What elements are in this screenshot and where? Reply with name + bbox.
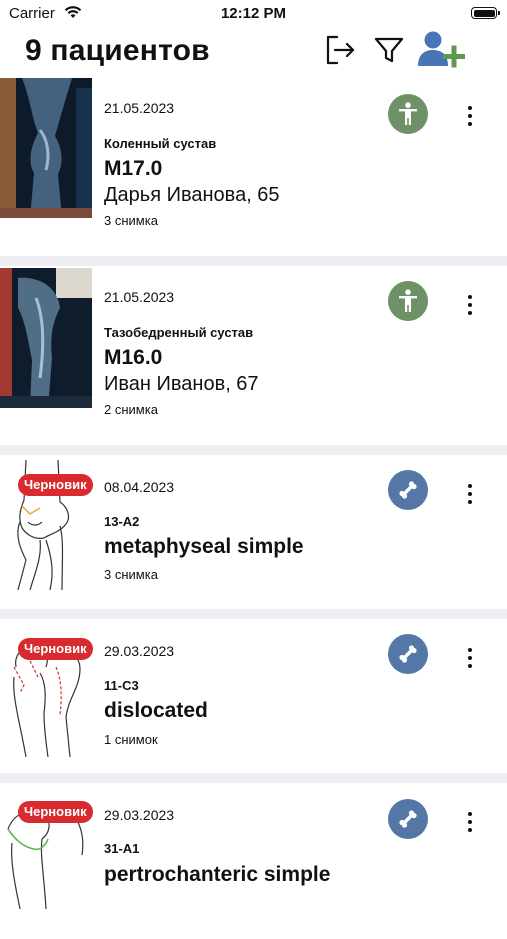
more-options-button[interactable] <box>458 101 482 131</box>
separator <box>0 256 507 266</box>
header: 9 пациентов <box>0 28 507 78</box>
body-region: Тазобедренный сустав <box>104 325 254 340</box>
separator <box>0 609 507 619</box>
exam-date: 29.03.2023 <box>104 643 175 659</box>
image-count: 2 снимка <box>104 402 158 417</box>
exam-date: 21.05.2023 <box>104 289 175 305</box>
draft-badge: Черновик <box>18 801 93 823</box>
bone-type-icon <box>388 470 428 510</box>
battery-icon <box>471 7 500 19</box>
fracture-code: 11-C3 <box>104 678 139 693</box>
more-options-button[interactable] <box>458 807 482 837</box>
separator <box>0 445 507 455</box>
body-region: Коленный сустав <box>104 136 217 151</box>
exam-date: 08.04.2023 <box>104 479 175 495</box>
draft-badge: Черновик <box>18 474 93 496</box>
patient-name: Дарья Иванова, 65 <box>104 184 280 206</box>
person-type-icon <box>388 281 428 321</box>
fracture-title: metaphyseal simple <box>104 535 304 558</box>
person-type-icon <box>388 94 428 134</box>
more-options-button[interactable] <box>458 290 482 320</box>
diagnosis-code: M17.0 <box>104 157 163 180</box>
page-title: 9 пациентов <box>25 34 210 67</box>
logout-button[interactable] <box>322 32 358 68</box>
filter-icon <box>374 37 404 63</box>
filter-button[interactable] <box>371 32 407 68</box>
clock: 12:12 PM <box>220 5 287 22</box>
image-count: 3 снимка <box>104 213 158 228</box>
fracture-code: 13-A2 <box>104 514 140 529</box>
fracture-card[interactable]: Черновик 29.03.2023 31-A1 pertrochanteri… <box>0 783 507 910</box>
image-count: 1 снимок <box>104 732 158 747</box>
draft-badge: Черновик <box>18 638 93 660</box>
more-options-button[interactable] <box>458 643 482 673</box>
exam-date: 21.05.2023 <box>104 100 175 116</box>
exit-icon <box>326 35 355 65</box>
fracture-title: pertrochanteric simple <box>104 863 331 886</box>
patient-card[interactable]: 21.05.2023 Тазобедренный сустав M16.0 Ив… <box>0 266 507 445</box>
patient-name: Иван Иванов, 67 <box>104 373 259 395</box>
exam-date: 29.03.2023 <box>104 807 175 823</box>
add-patient-button[interactable] <box>416 31 468 68</box>
image-count: 3 снимка <box>104 567 158 582</box>
fracture-card[interactable]: Черновик 29.03.2023 11-C3 dislocated 1 с… <box>0 619 507 773</box>
separator <box>0 773 507 783</box>
fracture-title: dislocated <box>104 699 208 722</box>
patient-card[interactable]: 21.05.2023 Коленный сустав M17.0 Дарья И… <box>0 78 507 256</box>
xray-thumbnail <box>0 78 92 218</box>
fracture-card[interactable]: Черновик 08.04.2023 13-A2 metaphyseal si… <box>0 455 507 609</box>
bone-type-icon <box>388 634 428 674</box>
xray-thumbnail <box>0 268 92 408</box>
add-patient-icon <box>418 31 465 68</box>
more-options-button[interactable] <box>458 479 482 509</box>
fracture-code: 31-A1 <box>104 841 140 856</box>
bone-type-icon <box>388 799 428 839</box>
status-bar: Carrier 12:12 PM <box>0 0 507 30</box>
diagnosis-code: M16.0 <box>104 346 163 369</box>
